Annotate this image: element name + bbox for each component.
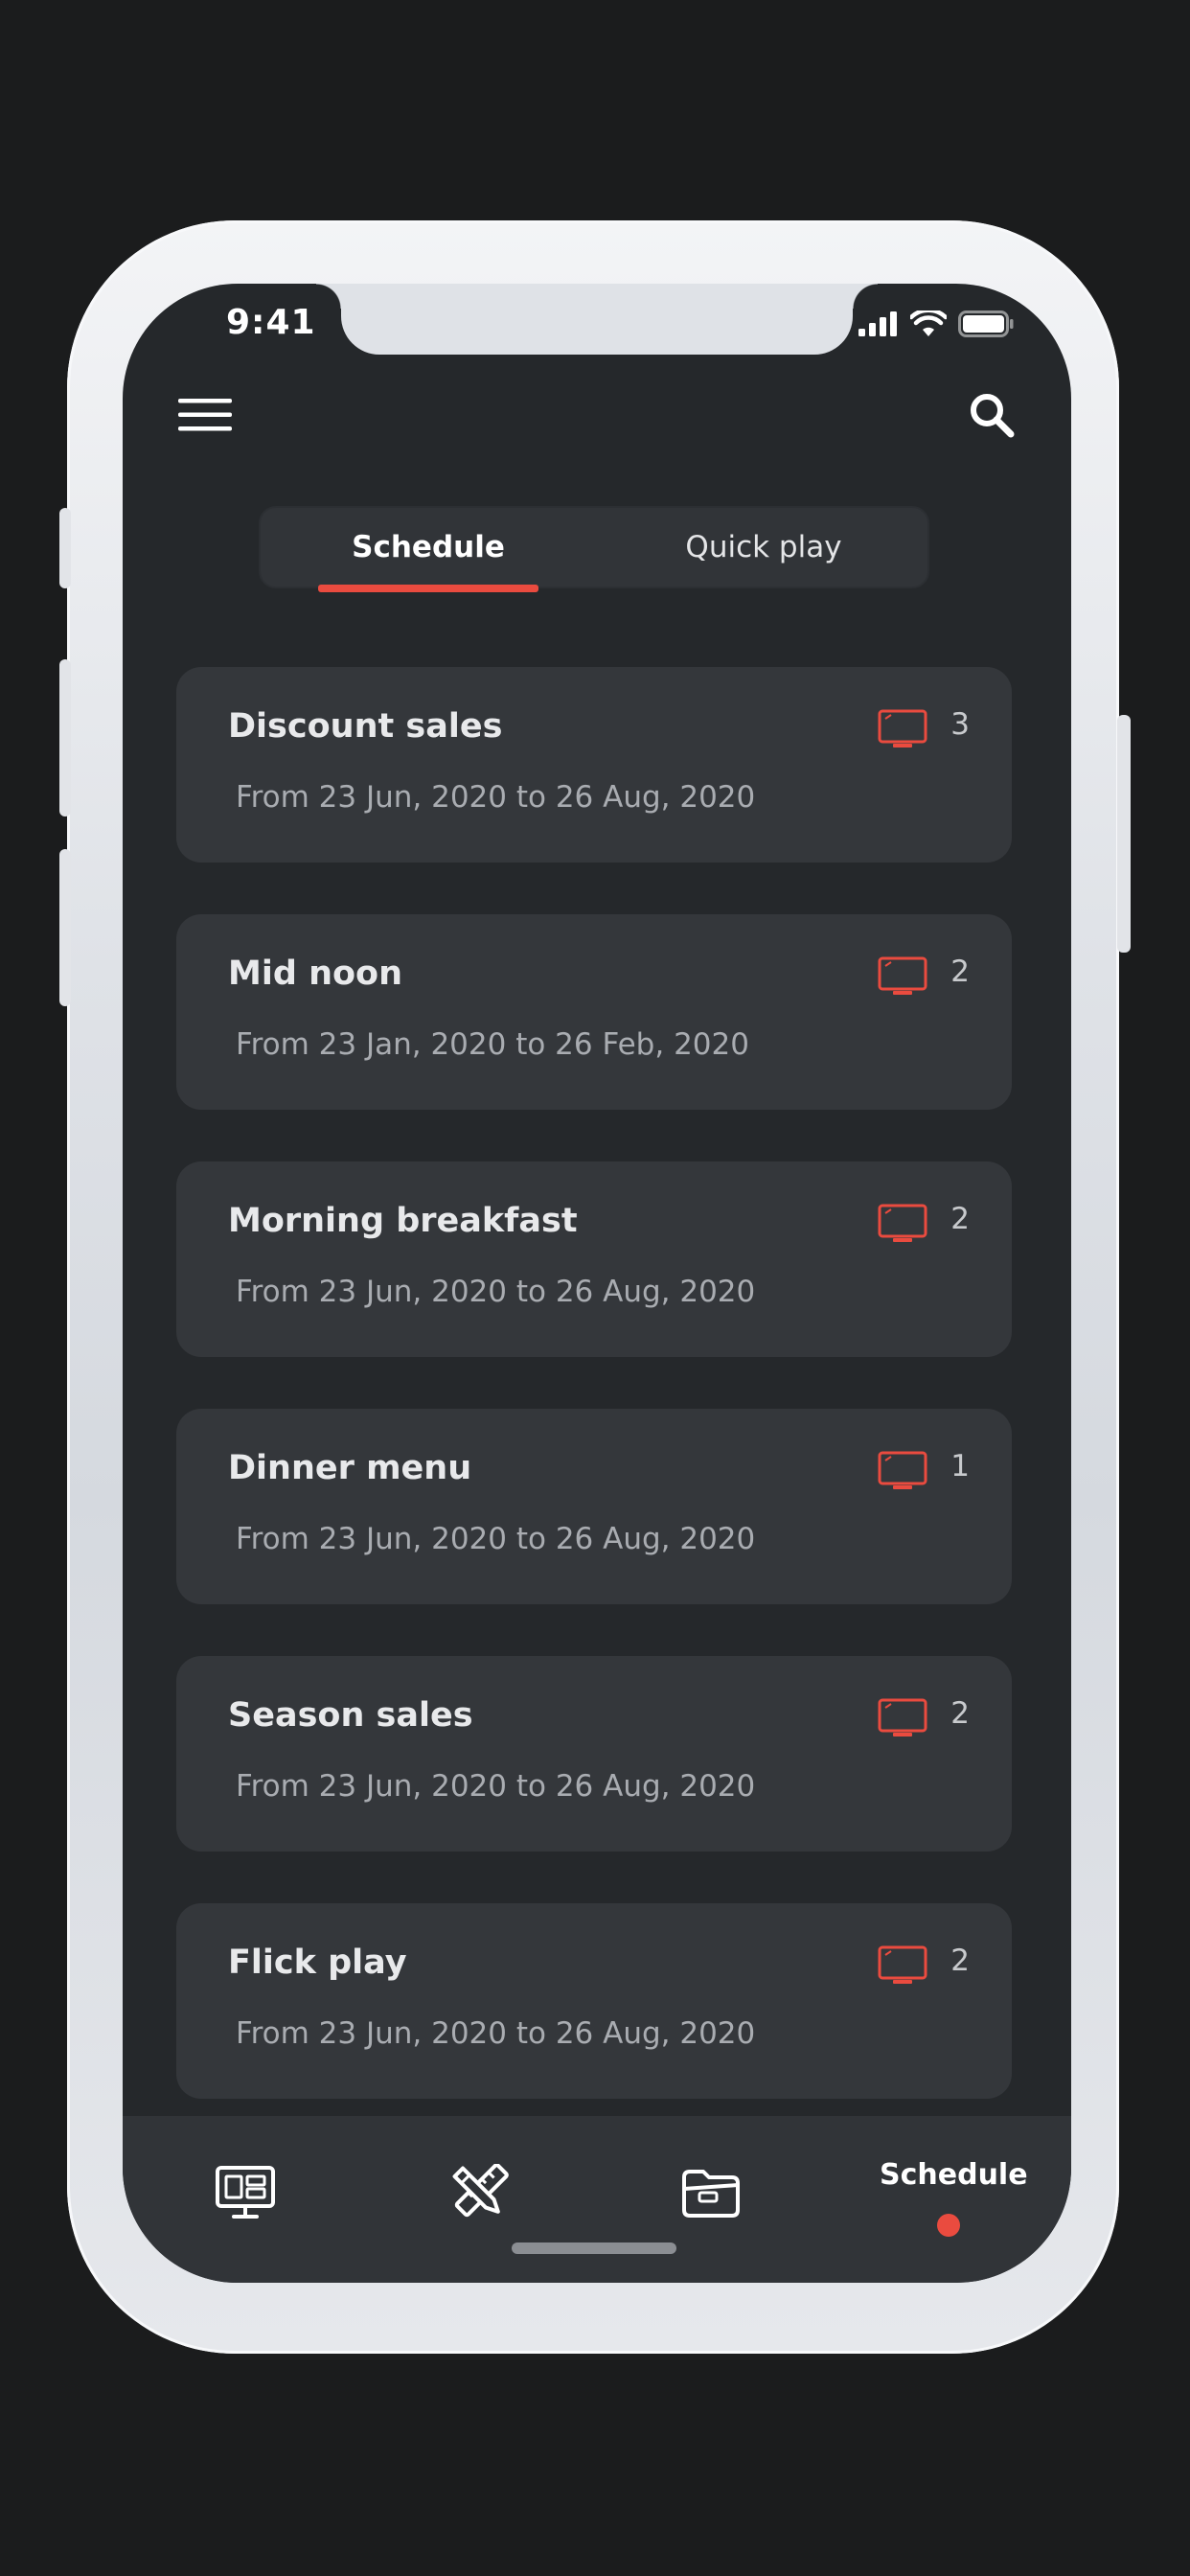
display-dashboard-icon[interactable] [215, 2164, 276, 2221]
status-icons [858, 310, 1014, 337]
phone-volume-down-button [59, 849, 71, 1006]
screen-icon [878, 956, 927, 995]
screen-icon [878, 1451, 927, 1489]
schedule-title: Season sales [228, 1696, 473, 1735]
screen-count: 2 [950, 1944, 970, 1978]
nav-schedule-label[interactable]: Schedule [880, 2158, 1028, 2192]
cellular-signal-icon [858, 311, 897, 336]
schedule-card[interactable]: Morning breakfast From 23 Jun, 2020 to 2… [176, 1162, 1012, 1357]
schedule-card[interactable]: Dinner menu From 23 Jun, 2020 to 26 Aug,… [176, 1409, 1012, 1604]
phone-volume-up-button [59, 659, 71, 816]
device-notch [316, 284, 878, 355]
screen-count: 1 [950, 1449, 970, 1484]
screen-count: 2 [950, 1202, 970, 1236]
search-icon[interactable] [968, 391, 1016, 439]
screen-icon [878, 1204, 927, 1242]
tab-schedule-label: Schedule [352, 530, 505, 564]
view-tabs: Schedule Quick play [259, 506, 931, 592]
schedule-dates: From 23 Jan, 2020 to 26 Feb, 2020 [236, 1027, 749, 1062]
schedule-dates: From 23 Jun, 2020 to 26 Aug, 2020 [236, 1522, 756, 1556]
schedule-card[interactable]: Mid noon From 23 Jan, 2020 to 26 Feb, 20… [176, 914, 1012, 1110]
screen-icon [878, 1945, 927, 1984]
battery-icon [958, 310, 1014, 337]
screen-icon [878, 709, 927, 748]
tab-schedule[interactable]: Schedule [261, 508, 596, 592]
phone-power-button [1117, 715, 1131, 953]
schedule-title: Flick play [228, 1944, 407, 1982]
screen-icon [878, 1698, 927, 1736]
pencil-ruler-icon[interactable] [448, 2164, 510, 2221]
schedule-card[interactable]: Flick play From 23 Jun, 2020 to 26 Aug, … [176, 1903, 1012, 2099]
schedule-title: Morning breakfast [228, 1202, 578, 1240]
active-tab-indicator [318, 585, 538, 592]
active-nav-indicator [937, 2214, 960, 2237]
schedule-title: Discount sales [228, 707, 503, 746]
folder-icon[interactable] [680, 2164, 742, 2221]
screen-count: 2 [950, 1696, 970, 1731]
menu-icon[interactable] [178, 397, 232, 433]
schedule-dates: From 23 Jun, 2020 to 26 Aug, 2020 [236, 780, 756, 815]
tab-quick-play-label: Quick play [685, 530, 842, 564]
schedule-dates: From 23 Jun, 2020 to 26 Aug, 2020 [236, 1275, 756, 1309]
schedule-dates: From 23 Jun, 2020 to 26 Aug, 2020 [236, 1769, 756, 1804]
screen-count: 3 [950, 707, 970, 742]
schedule-card[interactable]: Discount sales From 23 Jun, 2020 to 26 A… [176, 667, 1012, 862]
wifi-icon [910, 310, 947, 336]
bottom-nav: Schedule [123, 2116, 1071, 2283]
home-indicator[interactable] [512, 2242, 676, 2254]
schedule-title: Mid noon [228, 954, 402, 993]
app-screen: 9:41 Schedule Quick play Discount sales … [123, 284, 1071, 2283]
screen-count: 2 [950, 954, 970, 989]
schedule-title: Dinner menu [228, 1449, 472, 1487]
schedule-card[interactable]: Season sales From 23 Jun, 2020 to 26 Aug… [176, 1656, 1012, 1852]
schedule-dates: From 23 Jun, 2020 to 26 Aug, 2020 [236, 2016, 756, 2051]
status-time: 9:41 [226, 303, 316, 342]
phone-mute-switch [59, 508, 71, 588]
tab-quick-play[interactable]: Quick play [596, 508, 931, 590]
